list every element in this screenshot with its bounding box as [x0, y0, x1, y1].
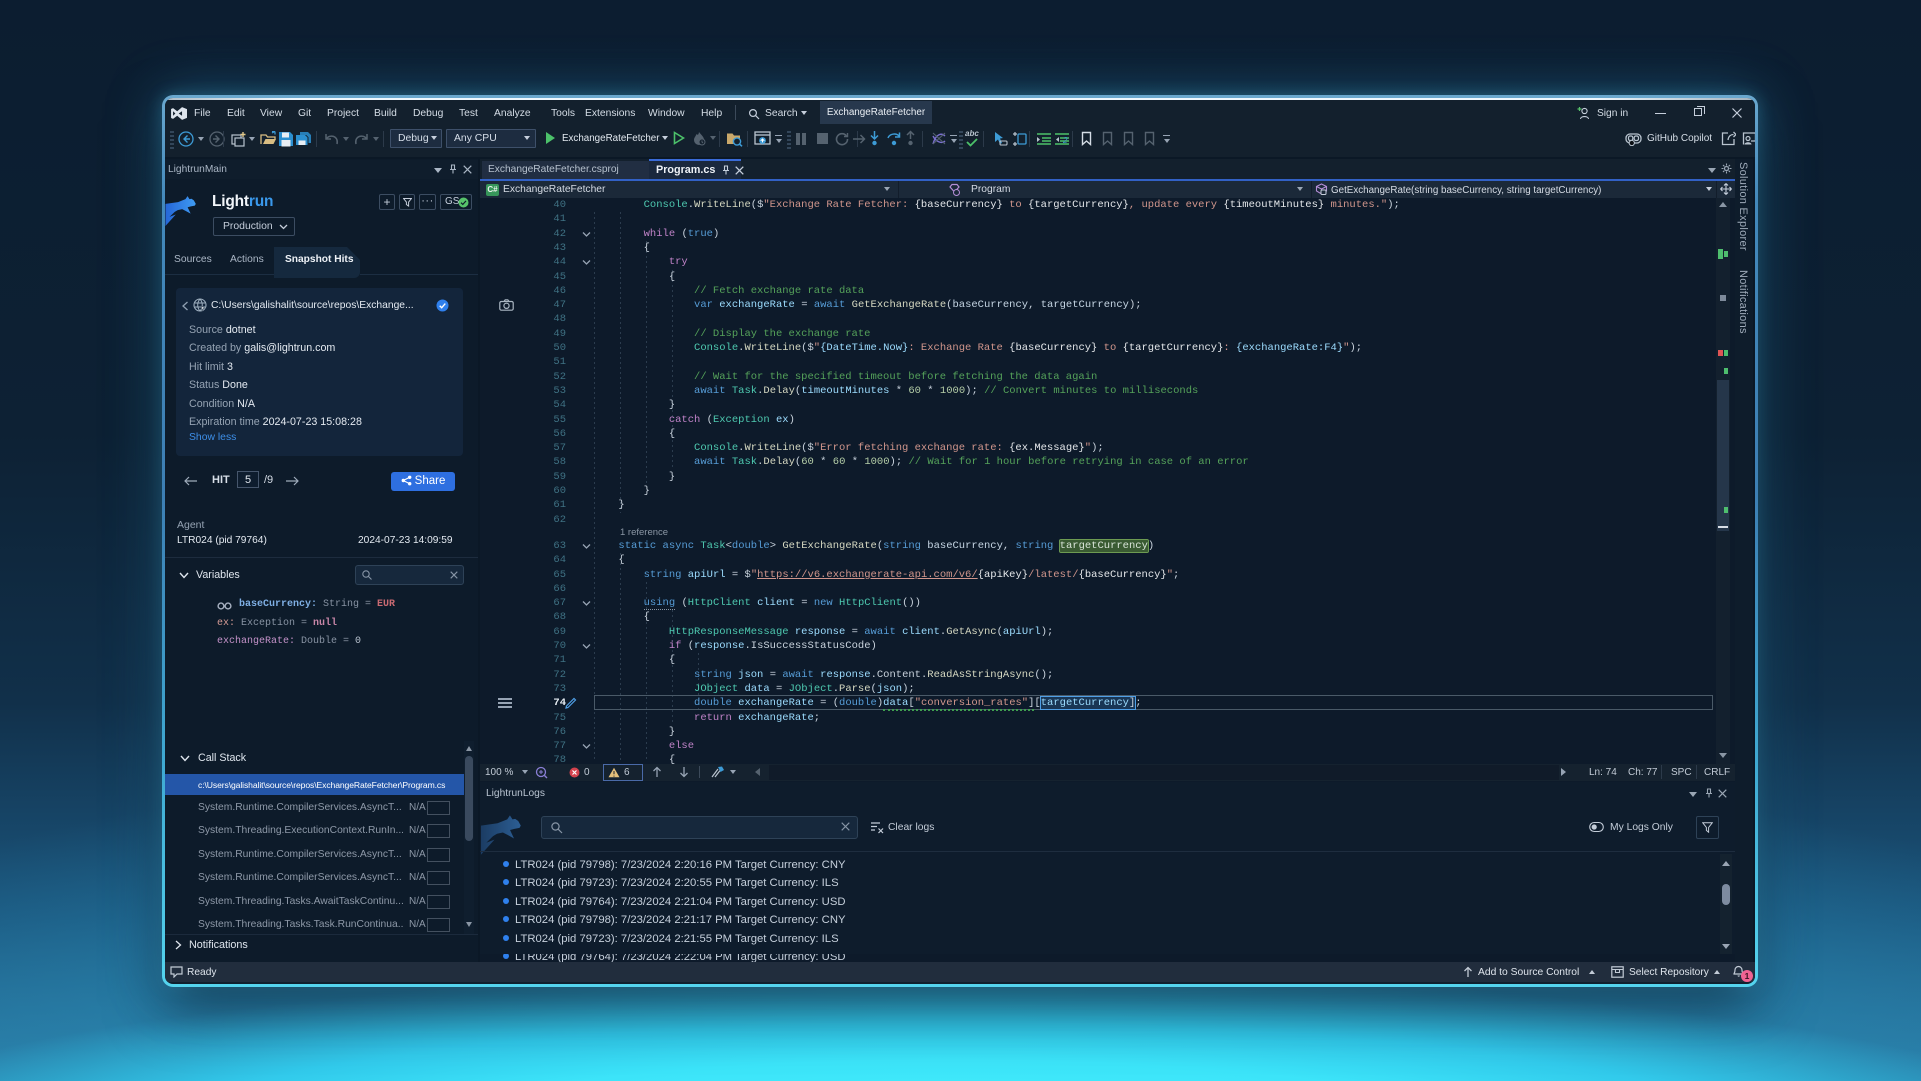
svg-text:2: 2	[1062, 136, 1068, 145]
